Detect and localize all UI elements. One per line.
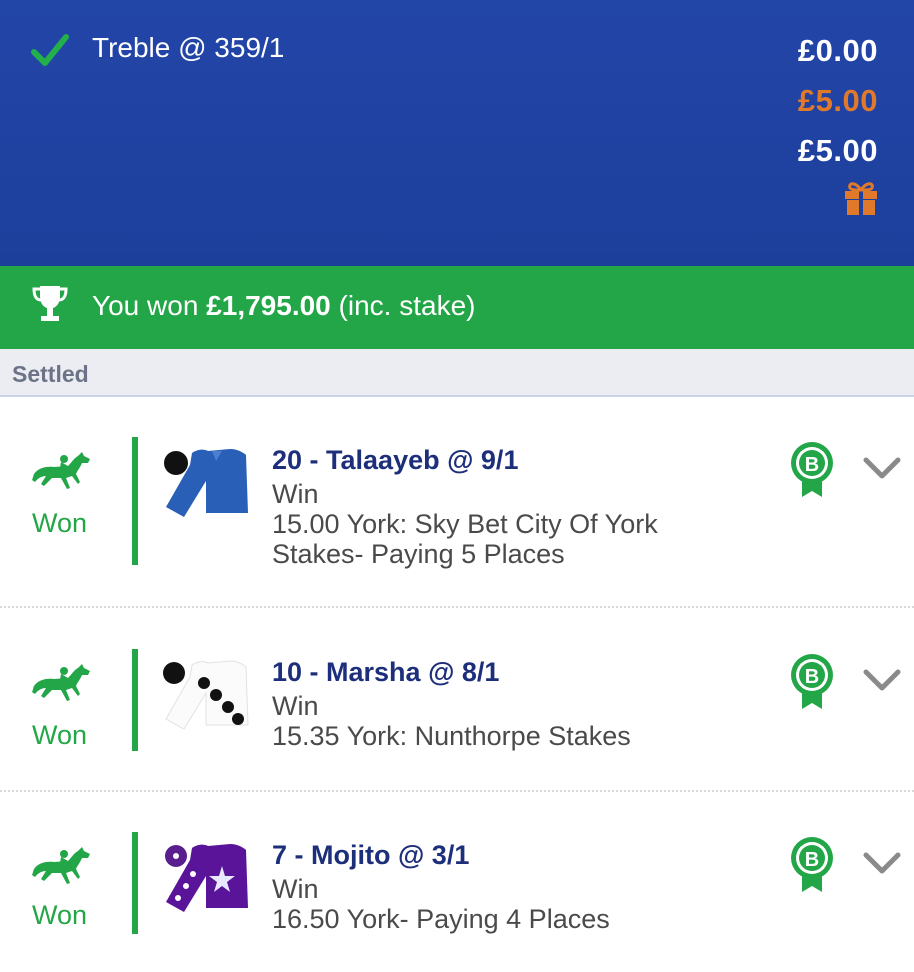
selection-event-line: 15.35 York: Nunthorpe Stakes xyxy=(272,721,631,751)
selection-event-line: Stakes- Paying 5 Places xyxy=(272,539,565,569)
jockey-silk-icon xyxy=(163,660,249,730)
boost-badge-icon[interactable]: B xyxy=(790,836,834,894)
winnings-banner: You won £1,795.00 (inc. stake) xyxy=(0,266,914,349)
status-bar xyxy=(132,832,138,934)
winnings-text: You won £1,795.00 (inc. stake) xyxy=(92,290,475,322)
stake-amount: £5.00 xyxy=(797,83,878,118)
row-divider xyxy=(0,606,914,608)
boost-letter: B xyxy=(805,849,819,871)
boost-badge-icon[interactable]: B xyxy=(790,441,834,499)
trophy-icon xyxy=(32,286,68,321)
bet-header: Treble @ 359/1 £0.00 £5.00 £5.00 xyxy=(0,0,914,266)
total-stake-amount: £5.00 xyxy=(797,133,878,168)
selection-market: Win xyxy=(272,479,319,509)
chevron-down-icon[interactable] xyxy=(862,455,902,481)
selection-row[interactable]: Won 7 - Mojito @ 3/1 Win 16.50 York- Pay… xyxy=(0,792,914,972)
chevron-down-icon[interactable] xyxy=(862,850,902,876)
horse-racing-icon xyxy=(32,664,90,701)
status-bar xyxy=(132,649,138,751)
selection-row[interactable]: Won 20 - Talaayeb @ 9/1 Win 15.00 York: … xyxy=(0,397,914,609)
boost-letter: B xyxy=(805,454,819,476)
selection-market: Win xyxy=(272,874,319,904)
selection-event-line: 15.00 York: Sky Bet City Of York xyxy=(272,509,658,539)
jockey-silk-icon xyxy=(164,449,248,517)
selection-status: Won xyxy=(32,508,88,538)
jockey-silk-icon xyxy=(165,844,248,912)
selection-status: Won xyxy=(32,720,88,750)
selection-event-line: 16.50 York- Paying 4 Places xyxy=(272,904,610,934)
settled-label: Settled xyxy=(12,361,89,387)
selection-status: Won xyxy=(32,900,88,930)
selection-title: 10 - Marsha @ 8/1 xyxy=(272,657,500,687)
settled-section-header: Settled xyxy=(0,349,914,397)
winnings-suffix: (inc. stake) xyxy=(330,290,476,321)
winnings-amount: £1,795.00 xyxy=(206,290,331,321)
chevron-down-icon[interactable] xyxy=(862,667,902,693)
boost-letter: B xyxy=(805,666,819,688)
status-bar xyxy=(132,437,138,565)
horse-racing-icon xyxy=(32,847,90,884)
selection-market: Win xyxy=(272,691,319,721)
winnings-prefix: You won xyxy=(92,290,207,321)
horse-racing-icon xyxy=(32,452,90,489)
selection-title: 20 - Talaayeb @ 9/1 xyxy=(272,445,519,475)
selection-row[interactable]: Won 10 - Marsha @ 8/1 Win 15.35 York: Nu… xyxy=(0,609,914,792)
bet-title: Treble @ 359/1 xyxy=(92,32,285,63)
boost-badge-icon[interactable]: B xyxy=(790,653,834,711)
check-icon xyxy=(31,34,69,66)
selection-title: 7 - Mojito @ 3/1 xyxy=(272,840,470,870)
gift-icon xyxy=(845,182,877,215)
returns-amount: £0.00 xyxy=(797,33,878,68)
